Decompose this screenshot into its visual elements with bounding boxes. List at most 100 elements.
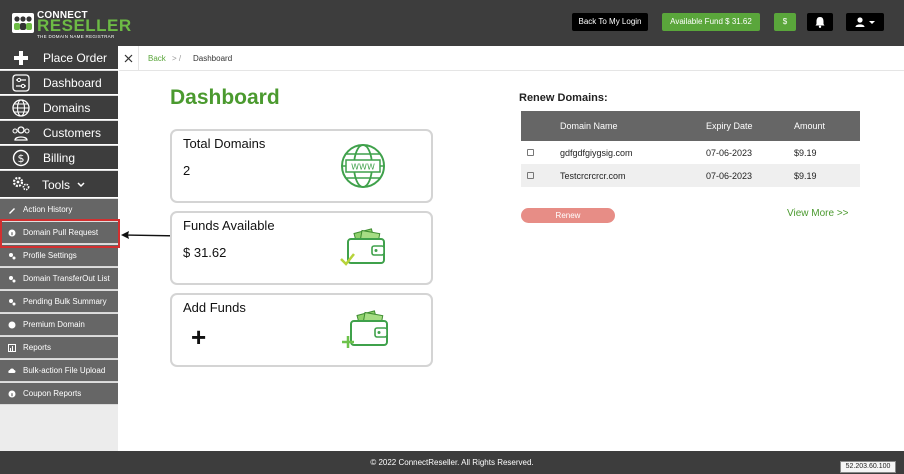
breadcrumb-current: Dashboard — [193, 54, 233, 63]
cogs-icon — [9, 299, 16, 306]
cogs-icon — [9, 253, 16, 260]
add-fund-dollar-button[interactable]: $ — [774, 13, 796, 31]
sidebar-item-label: Place Order — [43, 51, 108, 65]
sidebar-subitem-label: Profile Settings — [23, 251, 77, 260]
bell-icon — [815, 17, 825, 28]
wallet-check-icon — [340, 228, 385, 266]
svg-text:$: $ — [18, 152, 25, 165]
sidebar-item-customers[interactable]: Customers — [0, 121, 118, 145]
sidebar-item-domains[interactable]: Domains — [0, 96, 118, 120]
top-bar: CONNECT RESELLER THE DOMAIN NAME REGISTR… — [0, 0, 904, 46]
sidebar-subitem-reports[interactable]: Reports — [0, 337, 118, 359]
breadcrumb-separator: > / — [172, 54, 182, 63]
close-icon — [124, 54, 133, 63]
sidebar-subitem-profile-settings[interactable]: Profile Settings — [0, 245, 118, 267]
sidebar-subitem-label: Action History — [23, 205, 73, 214]
logo-tagline: THE DOMAIN NAME REGISTRAR — [37, 34, 115, 39]
notifications-button[interactable] — [807, 13, 833, 31]
back-to-login-button[interactable]: Back To My Login — [572, 13, 648, 31]
card-value: 2 — [183, 163, 191, 178]
domain-name-cell: gdfgdfgiygsig.com — [551, 141, 698, 164]
breadcrumb-back-link[interactable]: Back — [148, 54, 166, 63]
column-header-expiry-date: Expiry Date — [698, 111, 792, 141]
highlight-box — [0, 219, 120, 248]
info-icon — [8, 390, 16, 398]
add-funds-card[interactable]: Add Funds + — [170, 293, 433, 367]
column-header-domain-name: Domain Name — [551, 111, 698, 141]
ip-address-badge: 52.203.60.100 — [840, 461, 896, 473]
available-fund-button[interactable]: Available Fund $ 31.62 — [662, 13, 760, 31]
row-checkbox[interactable] — [527, 149, 534, 156]
caret-down-icon — [869, 21, 875, 24]
sidebar-subitem-bulk-action-file-upload[interactable]: Bulk-action File Upload — [0, 360, 118, 382]
sidebar-subitem-domain-transferout-list[interactable]: Domain TransferOut List — [0, 268, 118, 290]
sidebar-subitem-label: Pending Bulk Summary — [23, 297, 107, 306]
funds-available-card[interactable]: Funds Available $ 31.62 — [170, 211, 433, 285]
sidebar-item-label: Domains — [43, 101, 91, 115]
table-row: gdfgdfgiygsig.com 07-06-2023 $9.19 — [521, 141, 860, 164]
column-header-amount: Amount — [792, 111, 860, 141]
logo-text-reseller: RESELLER — [37, 16, 132, 35]
expiry-date-cell: 07-06-2023 — [698, 164, 792, 187]
sidebar-empty-area — [0, 405, 118, 451]
user-menu-button[interactable] — [846, 13, 884, 31]
domain-name-cell: Testcrcrcrcr.com — [551, 164, 698, 187]
cloud-upload-icon — [8, 368, 16, 373]
sidebar-subitem-label: Domain TransferOut List — [23, 274, 110, 283]
users-icon — [12, 126, 30, 141]
card-value: $ 31.62 — [183, 245, 227, 260]
cogs-icon — [9, 276, 16, 283]
expiry-date-cell: 07-06-2023 — [698, 141, 792, 164]
amount-cell: $9.19 — [792, 141, 860, 164]
sidebar-item-place-order[interactable]: Place Order — [0, 46, 118, 70]
www-globe-icon: WWW — [341, 144, 385, 188]
sidebar-item-label: Customers — [43, 126, 102, 140]
card-title: Add Funds — [183, 300, 246, 315]
plus-icon — [14, 51, 28, 65]
sidebar-subitem-coupon-reports[interactable]: Coupon Reports — [0, 383, 118, 405]
sidebar-item-label: Billing — [43, 151, 76, 165]
renew-domains-table: Domain Name Expiry Date Amount gdfgdfgiy… — [521, 111, 860, 187]
card-title: Total Domains — [183, 136, 266, 151]
page-title: Dashboard — [170, 86, 280, 109]
globe-icon — [12, 99, 30, 117]
svg-text:WWW: WWW — [351, 163, 375, 172]
dollar-circle-icon: $ — [12, 149, 30, 167]
card-title: Funds Available — [183, 218, 275, 233]
column-header-select — [521, 111, 551, 141]
sidebar-subitem-action-history[interactable]: Action History — [0, 199, 118, 221]
wallet-plus-icon — [342, 310, 388, 348]
sidebar-subitem-premium-domain[interactable]: Premium Domain — [0, 314, 118, 336]
view-more-link[interactable]: View More >> — [787, 208, 849, 219]
chevron-down-icon — [77, 182, 85, 188]
history-icon — [9, 208, 15, 214]
user-icon — [855, 17, 875, 27]
logo-people-icon — [12, 13, 34, 33]
sidebar-item-label: Tools — [42, 178, 71, 192]
sidebar-subitem-label: Reports — [23, 343, 52, 352]
sidebar-subitem-label: Bulk-action File Upload — [23, 366, 106, 375]
sidebar-item-tools[interactable]: Tools — [0, 171, 118, 198]
breadcrumb: Back > / Dashboard — [119, 46, 904, 71]
connectreseller-logo[interactable]: CONNECT RESELLER THE DOMAIN NAME REGISTR… — [12, 10, 131, 40]
table-row: Testcrcrcrcr.com 07-06-2023 $9.19 — [521, 164, 860, 187]
close-sidebar-button[interactable] — [119, 46, 139, 71]
sidebar-subitem-label: Coupon Reports — [23, 389, 82, 398]
sidebar-item-billing[interactable]: $ Billing — [0, 146, 118, 170]
sidebar-subitem-label: Premium Domain — [23, 320, 85, 329]
sidebar-item-label: Dashboard — [43, 76, 102, 90]
renew-domains-title: Renew Domains: — [519, 92, 608, 104]
table-header-row: Domain Name Expiry Date Amount — [521, 111, 860, 141]
bar-chart-icon — [8, 344, 16, 352]
sidebar-subitem-pending-bulk-summary[interactable]: Pending Bulk Summary — [0, 291, 118, 313]
renew-button[interactable]: Renew — [521, 208, 615, 223]
amount-cell: $9.19 — [792, 164, 860, 187]
row-checkbox[interactable] — [527, 172, 534, 179]
cogs-icon — [12, 176, 30, 191]
add-funds-plus[interactable]: + — [191, 322, 206, 353]
globe-icon — [8, 321, 16, 329]
total-domains-card[interactable]: Total Domains 2 WWW — [170, 129, 433, 203]
sliders-icon — [12, 74, 30, 92]
footer: © 2022 ConnectReseller. All Rights Reser… — [0, 451, 904, 474]
sidebar-item-dashboard[interactable]: Dashboard — [0, 71, 118, 95]
